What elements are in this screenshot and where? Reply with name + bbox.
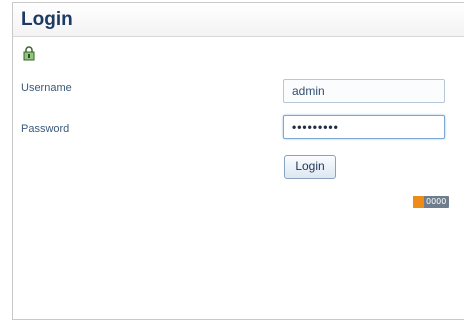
- badge-icon: [413, 196, 424, 208]
- lock-icon-svg: [23, 46, 35, 61]
- page-title: Login: [21, 9, 73, 30]
- header-bar: Login: [13, 3, 464, 37]
- login-panel: Login Username Password Login 0000: [12, 2, 464, 320]
- badge-text: 0000: [426, 197, 447, 206]
- login-button[interactable]: Login: [284, 155, 336, 179]
- lock-icon: [21, 44, 39, 62]
- status-badge: 0000: [413, 196, 449, 208]
- username-field[interactable]: [283, 79, 445, 103]
- password-field[interactable]: [283, 115, 445, 139]
- username-label: Username: [21, 82, 72, 94]
- password-label: Password: [21, 123, 70, 135]
